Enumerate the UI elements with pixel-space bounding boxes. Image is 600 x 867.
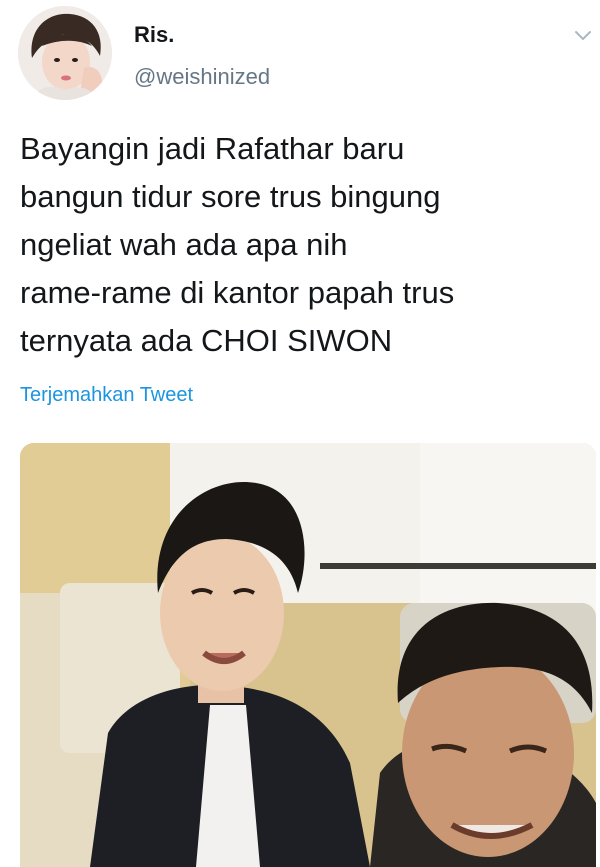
avatar[interactable] <box>18 6 112 100</box>
author-display-name[interactable]: Ris. <box>134 22 174 48</box>
video-frame <box>20 443 596 867</box>
tweet-media-video[interactable] <box>20 443 596 867</box>
tweet-text-line: ngeliat wah ada apa nih <box>20 227 348 262</box>
tweet: Ris. @weishinized Bayangin jadi Rafathar… <box>0 0 600 867</box>
tweet-text-line: bangun tidur sore trus bingung <box>20 179 441 214</box>
author-handle[interactable]: @weishinized <box>134 64 270 90</box>
tweet-text-line: ternyata ada CHOI SIWON <box>20 323 393 358</box>
tweet-text-line: rame-rame di kantor papah trus <box>20 275 455 310</box>
tweet-text-line: Bayangin jadi Rafathar baru <box>20 131 405 166</box>
avatar-image <box>18 6 112 100</box>
tweet-text: Bayangin jadi Rafathar baru bangun tidur… <box>20 125 580 365</box>
chevron-down-icon[interactable] <box>572 26 594 44</box>
translate-tweet-link[interactable]: Terjemahkan Tweet <box>20 384 193 407</box>
